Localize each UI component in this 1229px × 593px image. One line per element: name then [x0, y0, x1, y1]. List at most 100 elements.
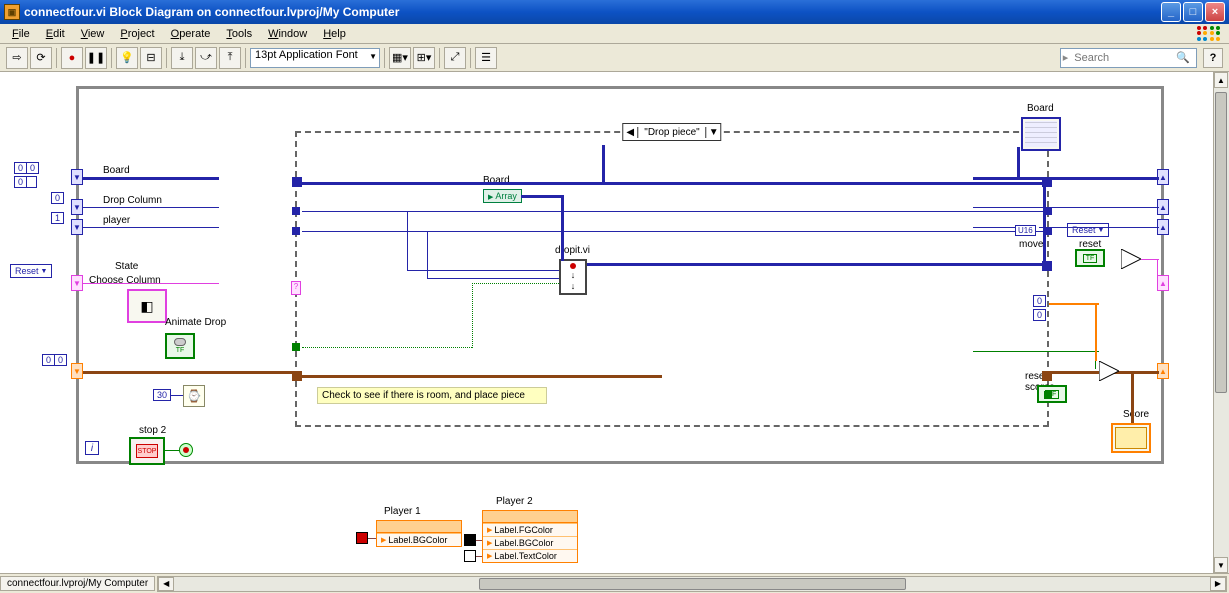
- search-input[interactable]: [1070, 52, 1170, 64]
- horizontal-scrollbar[interactable]: ◀ ▶: [157, 576, 1227, 592]
- vi-icon[interactable]: [1197, 26, 1221, 42]
- stop-button-control[interactable]: STOP: [129, 437, 165, 465]
- menu-operate[interactable]: Operate: [163, 26, 219, 42]
- animate-drop-control[interactable]: TF: [165, 333, 195, 359]
- scroll-down-button[interactable]: ▼: [1214, 557, 1228, 573]
- reorder-button[interactable]: ☰: [475, 47, 497, 69]
- shift-register-score-left[interactable]: ▼: [71, 363, 83, 379]
- case-dropdown-button[interactable]: ▼: [707, 127, 721, 138]
- font-selector[interactable]: 13pt Application Font: [250, 48, 380, 68]
- board-indicator-label: Board: [1027, 103, 1054, 114]
- prop-row-textcolor[interactable]: Label.TextColor: [483, 549, 577, 562]
- shift-register-board-left[interactable]: ▼: [71, 169, 83, 185]
- prop-row-bgcolor[interactable]: Label.BGColor: [483, 536, 577, 549]
- wire: [165, 450, 179, 451]
- array-local-variable[interactable]: Array: [483, 189, 522, 203]
- pause-button[interactable]: ❚❚: [85, 47, 107, 69]
- step-out-button[interactable]: ⤒: [219, 47, 241, 69]
- reset-scores-control[interactable]: TF: [1037, 385, 1067, 403]
- case-tunnel[interactable]: [292, 207, 300, 215]
- reset-control[interactable]: TF: [1075, 249, 1105, 267]
- wire: [83, 177, 219, 180]
- case-selector-terminal[interactable]: ?: [291, 281, 301, 295]
- highlight-button[interactable]: 💡: [116, 47, 138, 69]
- prop-row-fgcolor[interactable]: Label.FGColor: [483, 523, 577, 536]
- resize-button[interactable]: ⤢: [444, 47, 466, 69]
- retain-wire-button[interactable]: ⊟: [140, 47, 162, 69]
- distribute-button[interactable]: ⊞▾: [413, 47, 435, 69]
- comment-block[interactable]: Check to see if there is room, and place…: [317, 387, 547, 404]
- wait-ms-constant[interactable]: 30: [153, 389, 171, 401]
- menu-project[interactable]: Project: [112, 26, 162, 42]
- player2-color-white[interactable]: [464, 550, 476, 562]
- dropit-subvi[interactable]: ↓ ↓: [559, 259, 587, 295]
- case-tunnel-out[interactable]: [1044, 391, 1052, 399]
- score-zero-constant[interactable]: 0: [1033, 295, 1046, 307]
- menu-edit[interactable]: Edit: [38, 26, 73, 42]
- state-ring-constant[interactable]: Reset: [10, 264, 52, 278]
- wait-ms-function[interactable]: ⌚: [183, 385, 205, 407]
- menu-tools[interactable]: Tools: [218, 26, 260, 42]
- case-tunnel-out[interactable]: [1042, 261, 1052, 271]
- choose-column-subvi[interactable]: ◧: [127, 289, 167, 323]
- case-prev-button[interactable]: ◀: [623, 127, 637, 138]
- case-tunnel-out[interactable]: [1044, 207, 1052, 215]
- case-tunnel-out[interactable]: [1044, 227, 1052, 235]
- menu-view[interactable]: View: [73, 26, 113, 42]
- case-tunnel[interactable]: [292, 177, 302, 187]
- shift-register-state-left[interactable]: ▼: [71, 275, 83, 291]
- select-function-2[interactable]: [1099, 361, 1119, 381]
- run-button[interactable]: ⇨: [6, 47, 28, 69]
- menu-file[interactable]: File: [4, 26, 38, 42]
- window-title: connectfour.vi Block Diagram on connectf…: [24, 5, 1161, 19]
- u16-typecast[interactable]: U16: [1015, 225, 1036, 236]
- case-tunnel[interactable]: [292, 371, 302, 381]
- maximize-button[interactable]: □: [1183, 2, 1203, 22]
- player1-color-constant[interactable]: [356, 532, 368, 544]
- scroll-right-button[interactable]: ▶: [1210, 577, 1226, 591]
- scroll-thumb-h[interactable]: [479, 578, 906, 590]
- case-tunnel[interactable]: [292, 343, 300, 351]
- score-array-constant[interactable]: 0 0: [42, 354, 67, 366]
- scroll-thumb[interactable]: [1215, 92, 1227, 393]
- shift-register-dropcol-left[interactable]: ▼: [71, 199, 83, 215]
- while-loop[interactable]: ▼ ▼ ▼ ▼ ▼ ▲ ▲ ▲ ▲ ▲ Board Drop Column pl…: [76, 86, 1164, 464]
- board-array-constant[interactable]: 0 0: [14, 162, 39, 174]
- board-array-constant-2[interactable]: 0: [14, 176, 37, 188]
- shift-register-player-left[interactable]: ▼: [71, 219, 83, 235]
- select-function-1[interactable]: [1121, 249, 1141, 269]
- player1-property-node[interactable]: Label.BGColor: [376, 520, 462, 547]
- player-constant[interactable]: 1: [51, 212, 64, 224]
- board-indicator[interactable]: [1021, 117, 1061, 151]
- case-tunnel[interactable]: [292, 227, 300, 235]
- prop-row-bgcolor[interactable]: Label.BGColor: [377, 533, 461, 546]
- block-diagram-canvas[interactable]: 0 0 0 0 1 Reset 0 0 ▼ ▼ ▼ ▼ ▼ ▲ ▲ ▲ ▲ ▲: [0, 72, 1229, 573]
- abort-button[interactable]: ●: [61, 47, 83, 69]
- wire: [973, 227, 1015, 228]
- drop-column-constant[interactable]: 0: [51, 192, 64, 204]
- reset-ring-2[interactable]: Reset: [1067, 223, 1109, 237]
- loop-iteration-terminal[interactable]: i: [85, 441, 99, 455]
- search-icon[interactable]: 🔍: [1170, 51, 1196, 64]
- loop-condition-terminal[interactable]: [179, 443, 193, 457]
- run-continuous-button[interactable]: ⟳: [30, 47, 52, 69]
- score-zero-constant-2[interactable]: 0: [1033, 309, 1046, 321]
- vertical-scrollbar[interactable]: ▲ ▼: [1213, 72, 1229, 573]
- case-structure[interactable]: ◀ "Drop piece" ▼ ? Board Array dropit.vi: [295, 131, 1049, 427]
- shift-register-state-right[interactable]: ▲: [1157, 275, 1169, 291]
- close-button[interactable]: ×: [1205, 2, 1225, 22]
- menu-help[interactable]: Help: [315, 26, 354, 42]
- score-indicator[interactable]: [1111, 423, 1151, 453]
- case-tunnel-out[interactable]: [1042, 371, 1052, 381]
- scroll-up-button[interactable]: ▲: [1214, 72, 1228, 88]
- player2-color-black[interactable]: [464, 534, 476, 546]
- player2-property-node[interactable]: Label.FGColor Label.BGColor Label.TextCo…: [482, 510, 578, 563]
- minimize-button[interactable]: _: [1161, 2, 1181, 22]
- wire: [476, 540, 482, 541]
- context-help-button[interactable]: ?: [1203, 48, 1223, 68]
- menu-window[interactable]: Window: [260, 26, 315, 42]
- step-into-button[interactable]: ⤓: [171, 47, 193, 69]
- scroll-left-button[interactable]: ◀: [158, 577, 174, 591]
- align-button[interactable]: ▦▾: [389, 47, 411, 69]
- step-over-button[interactable]: ⤻: [195, 47, 217, 69]
